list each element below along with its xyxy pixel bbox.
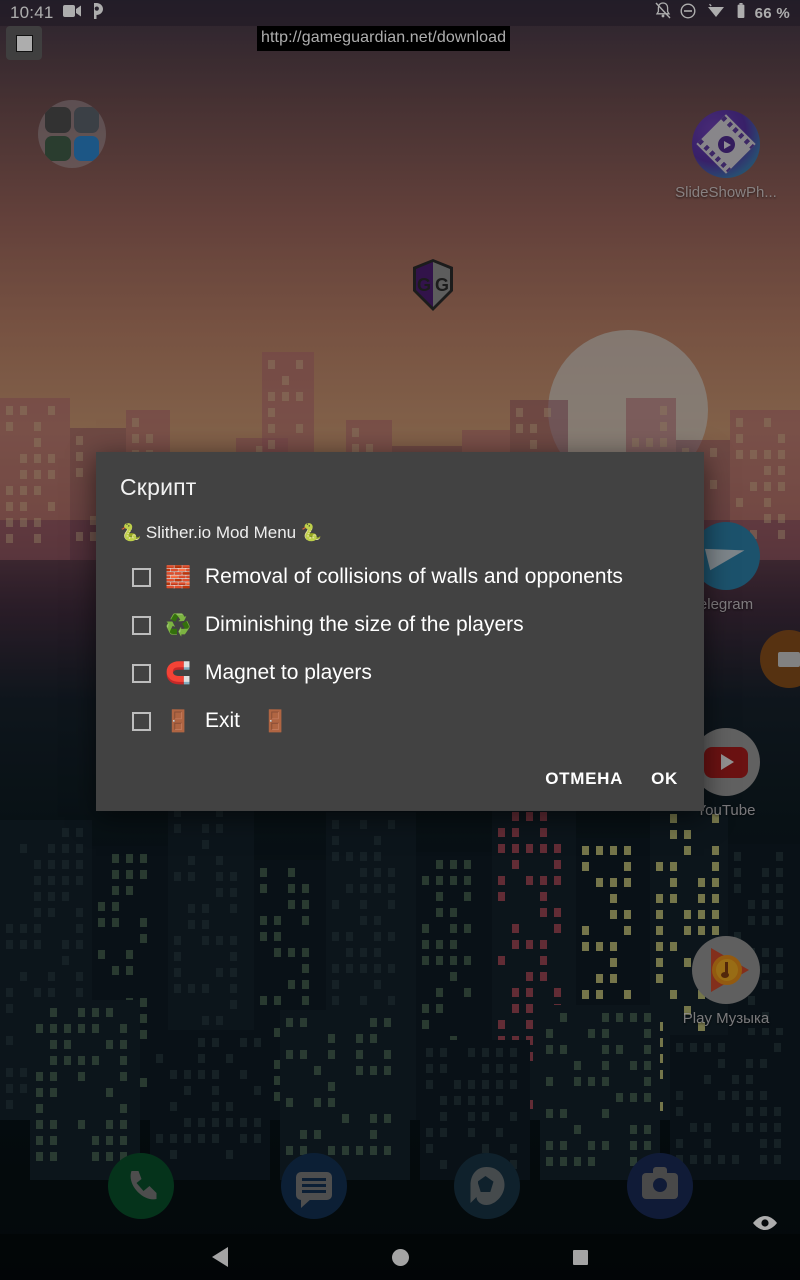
script-dialog: Скрипт 🐍 Slither.io Mod Menu 🐍 🧱 Removal … — [96, 452, 704, 811]
option-label: Removal of collisions of walls and oppon… — [205, 565, 623, 588]
option-emoji-icon: 🧲 — [165, 661, 192, 685]
checkbox[interactable] — [132, 615, 151, 635]
dialog-option-row[interactable]: ♻️ Diminishing the size of the players — [120, 601, 680, 649]
dialog-option-row[interactable]: 🚪 Exit 🚪 — [120, 697, 680, 745]
option-emoji-icon: 🚪 — [165, 709, 192, 733]
option-label: Diminishing the size of the players — [205, 613, 524, 636]
option-emoji-icon: ♻️ — [165, 613, 192, 637]
dialog-subtitle: 🐍 Slither.io Mod Menu 🐍 — [120, 523, 323, 542]
option-emoji-icon: 🧱 — [165, 565, 192, 589]
ok-button[interactable]: OK — [651, 769, 678, 789]
option-label: Magnet to players — [205, 661, 372, 684]
dialog-title: Скрипт — [120, 474, 197, 500]
android-screen: 10:41 66 % http://gameguardian.net/downl… — [0, 0, 800, 1280]
option-label: Exit — [205, 709, 241, 732]
checkbox[interactable] — [132, 567, 151, 587]
dialog-option-row[interactable]: 🧲 Magnet to players — [120, 649, 680, 697]
option-trailing-emoji-icon: 🚪 — [262, 709, 289, 733]
checkbox[interactable] — [132, 663, 151, 683]
checkbox[interactable] — [132, 711, 151, 731]
cancel-button[interactable]: ОТМЕНА — [545, 769, 623, 789]
dialog-actions: ОТМЕНА OK — [96, 745, 704, 811]
dialog-option-list: 🧱 Removal of collisions of walls and oppo… — [96, 543, 704, 745]
dialog-option-row[interactable]: 🧱 Removal of collisions of walls and oppo… — [120, 553, 680, 601]
